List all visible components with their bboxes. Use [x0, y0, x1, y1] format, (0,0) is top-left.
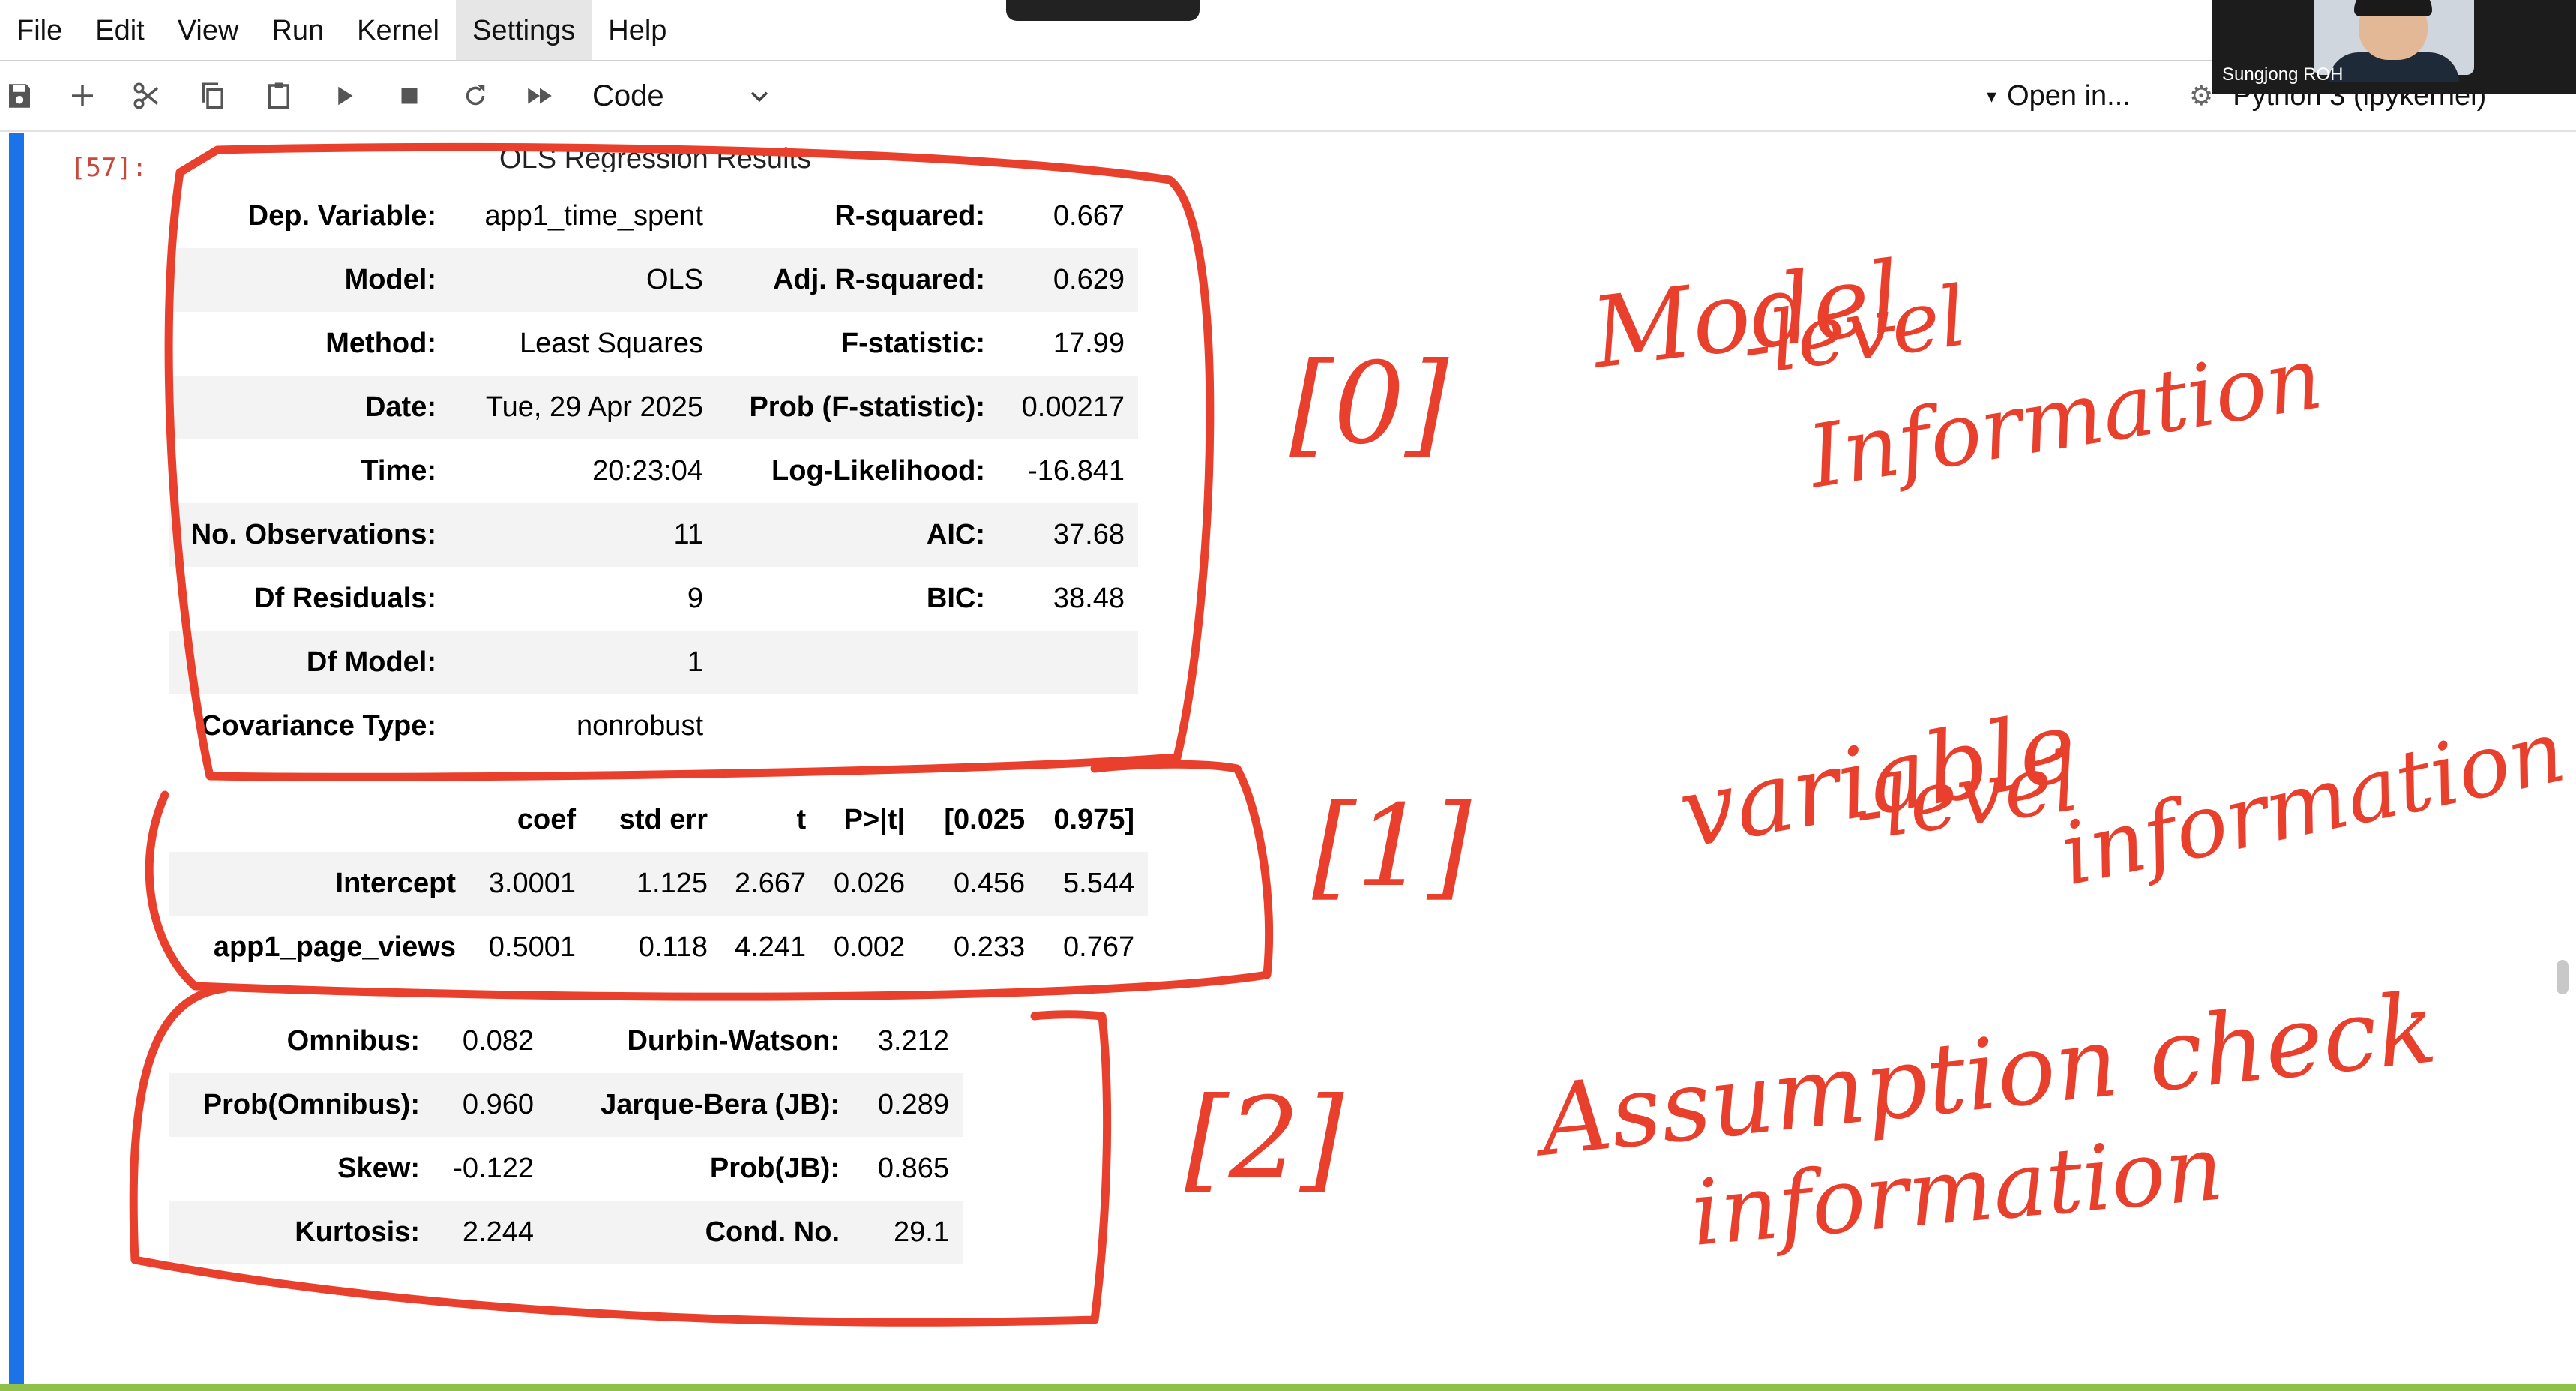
menu-edit[interactable]: Edit	[79, 0, 160, 60]
table-row: Time: 20:23:04 Log-Likelihood: -16.841	[361, 455, 1125, 487]
annotation-label-0-line1: Model	[1584, 240, 1907, 391]
annotation-label-0-line3: Information	[1800, 328, 2329, 508]
annotation-label-1-line1: variable	[1671, 688, 2085, 870]
table-header-row: coef std err t P>|t| [0.025 0.975]	[517, 804, 1135, 835]
plus-icon	[72, 85, 93, 106]
cell-type-value: Code	[592, 79, 664, 112]
table-row: Kurtosis: 2.244 Cond. No. 29.1	[169, 1201, 963, 1264]
paste-button[interactable]	[259, 76, 298, 115]
table-row: Covariance Type: nonrobust	[201, 710, 703, 742]
menu-file[interactable]: File	[0, 0, 79, 60]
menu-help[interactable]: Help	[592, 0, 683, 60]
copy-icon	[202, 82, 223, 109]
save-icon	[9, 84, 30, 108]
diagnostics-table: Omnibus: 0.082 Durbin-Watson: 3.212 Prob…	[169, 1009, 963, 1264]
table-row: Model: OLS Adj. R-squared: 0.629	[169, 248, 1138, 312]
execution-count: [57]:	[70, 153, 148, 183]
stop-icon	[401, 88, 418, 104]
annotation-label-1-line2: -level	[1849, 733, 2085, 859]
clipboard-icon	[268, 82, 289, 109]
menu-view[interactable]: View	[161, 0, 256, 60]
refresh-icon	[466, 85, 485, 106]
fast-forward-icon	[528, 88, 552, 104]
cut-button[interactable]	[127, 76, 166, 115]
menu-run[interactable]: Run	[255, 0, 340, 60]
annotation-label-2-bracket: [2]	[1185, 1074, 1344, 1204]
video-participant-tile: Sungjong ROH	[2212, 0, 2576, 94]
coefficients-table: coef std err t P>|t| [0.025 0.975] Inter…	[169, 788, 1149, 979]
annotation-label-0-line2: -level	[1736, 268, 1972, 394]
table-row: Df Residuals: 9 BIC: 38.48	[254, 583, 1125, 614]
model-summary-table: Dep. Variable: app1_time_spent R-squared…	[169, 184, 1138, 758]
caret-down-icon: ▾	[1987, 84, 1997, 107]
bug-icon: ⚙	[2189, 80, 2214, 111]
play-icon	[338, 86, 353, 106]
insert-cell-button[interactable]	[63, 76, 102, 115]
table-row: Skew: -0.122 Prob(JB): 0.865	[337, 1153, 949, 1184]
restart-button[interactable]	[456, 76, 495, 115]
window-bottom-edge	[0, 1384, 2576, 1391]
output-title: OLS Regression Results	[499, 143, 812, 172]
table-row: Omnibus: 0.082 Durbin-Watson: 3.212	[286, 1025, 949, 1057]
menu-kernel[interactable]: Kernel	[340, 0, 456, 60]
table-row: Date: Tue, 29 Apr 2025 Prob (F-statistic)…	[169, 376, 1138, 439]
notebook-toolbar: Code ▾ Open in... ⚙ Python 3 (ipykernel)	[0, 61, 2576, 132]
menu-bar: File Edit View Run Kernel Settings Help	[0, 0, 2576, 61]
stop-button[interactable]	[390, 76, 429, 115]
annotation-label-1-bracket: [1]	[1312, 781, 1472, 912]
table-row: No. Observations: 11 AIC: 37.68	[169, 503, 1138, 567]
scrollbar-thumb[interactable]	[2557, 960, 2569, 994]
table-row: Df Model: 1	[169, 631, 1138, 694]
open-in-label: Open in...	[2007, 79, 2131, 112]
participant-video	[2314, 0, 2474, 82]
camera-notch	[1006, 0, 1200, 21]
table-row: Method: Least Squares F-statistic: 17.99	[325, 328, 1125, 359]
annotation-label-0-bracket: [0]	[1289, 339, 1449, 469]
open-in-button[interactable]: ▾ Open in...	[1987, 76, 2131, 115]
menu-settings[interactable]: Settings	[455, 0, 592, 60]
cell-type-select[interactable]: Code	[592, 76, 772, 115]
table-row: Intercept 3.0001 1.125 2.667 0.026 0.456…	[169, 852, 1149, 916]
scissors-icon	[133, 82, 159, 109]
participant-name: Sungjong ROH	[2222, 64, 2344, 85]
active-cell-indicator[interactable]	[9, 133, 24, 1386]
annotation-label-2-line1: Assumption check	[1527, 970, 2441, 1179]
annotation-label-1-line3: information	[2053, 701, 2573, 906]
save-button[interactable]	[0, 76, 39, 115]
copy-button[interactable]	[193, 76, 232, 115]
table-row: Prob(Omnibus): 0.960 Jarque-Bera (JB): 0.2…	[169, 1073, 963, 1137]
run-all-button[interactable]	[520, 76, 559, 115]
annotation-label-2-line2: information	[1687, 1116, 2227, 1266]
run-button[interactable]	[325, 76, 364, 115]
chevron-down-icon	[750, 91, 768, 103]
table-row: app1_page_views 0.5001 0.118 4.241 0.002…	[213, 931, 1135, 963]
table-row: Dep. Variable: app1_time_spent R-squared…	[247, 200, 1125, 232]
